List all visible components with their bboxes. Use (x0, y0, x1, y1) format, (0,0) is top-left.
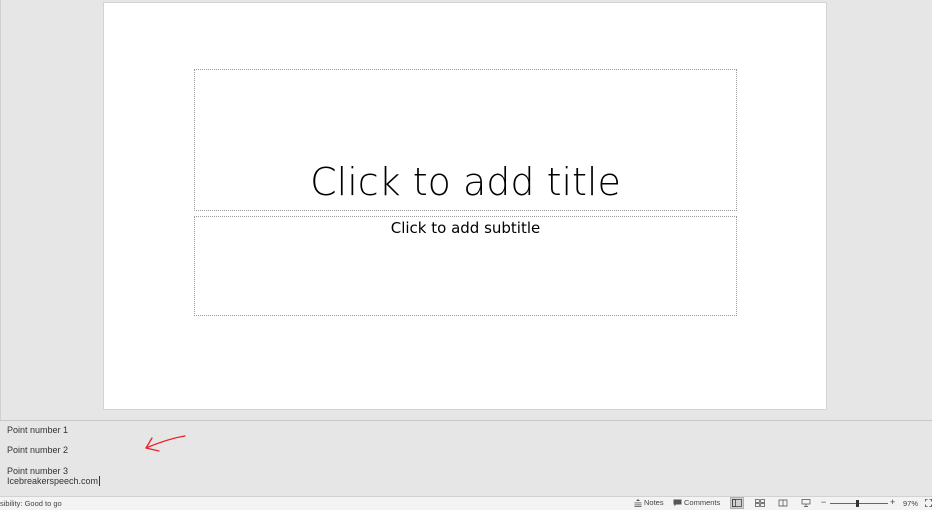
notes-label: Notes (644, 498, 664, 507)
comment-icon (673, 499, 682, 506)
slide-show-icon (801, 499, 811, 507)
comments-label: Comments (684, 498, 721, 507)
notes-line: Icebreakerspeech.com (7, 476, 99, 486)
slide-sorter-icon (755, 499, 765, 507)
slide-editing-area: Click to add title Click to add subtitle (0, 0, 932, 420)
slide-canvas[interactable]: Click to add title Click to add subtitle (104, 3, 826, 409)
zoom-in-button[interactable]: + (890, 497, 895, 507)
notes-line-with-cursor: Icebreakerspeech.com (7, 476, 101, 486)
reading-view-button[interactable] (777, 498, 789, 508)
notes-icon (634, 498, 642, 507)
text-cursor (99, 476, 101, 486)
reading-view-icon (778, 499, 788, 507)
subtitle-placeholder[interactable]: Click to add subtitle (194, 216, 737, 316)
zoom-out-button[interactable]: − (821, 497, 826, 507)
zoom-slider-thumb[interactable] (856, 500, 859, 507)
arrow-icon (145, 435, 186, 452)
title-placeholder-text: Click to add title (310, 160, 621, 204)
slide-sorter-view-button[interactable] (754, 498, 766, 508)
accessibility-status[interactable]: sibility: Good to go (0, 499, 62, 508)
title-placeholder[interactable]: Click to add title (194, 69, 737, 211)
notes-line: Point number 3 (7, 466, 69, 476)
notes-button[interactable]: Notes (634, 498, 664, 507)
subtitle-placeholder-text: Click to add subtitle (390, 219, 541, 237)
normal-view-icon (732, 499, 742, 507)
comments-button[interactable]: Comments (673, 498, 720, 507)
slide-show-button[interactable] (800, 498, 812, 508)
status-bar: sibility: Good to go Notes Comments − + (0, 496, 932, 510)
fit-to-window-icon[interactable] (925, 499, 932, 507)
zoom-level[interactable]: 97% (903, 499, 918, 508)
normal-view-button[interactable] (730, 497, 744, 509)
notes-line: Point number 2 (7, 445, 69, 455)
notes-line: Point number 1 (7, 425, 69, 435)
zoom-slider[interactable] (830, 503, 888, 504)
pane-edge (0, 0, 1, 420)
